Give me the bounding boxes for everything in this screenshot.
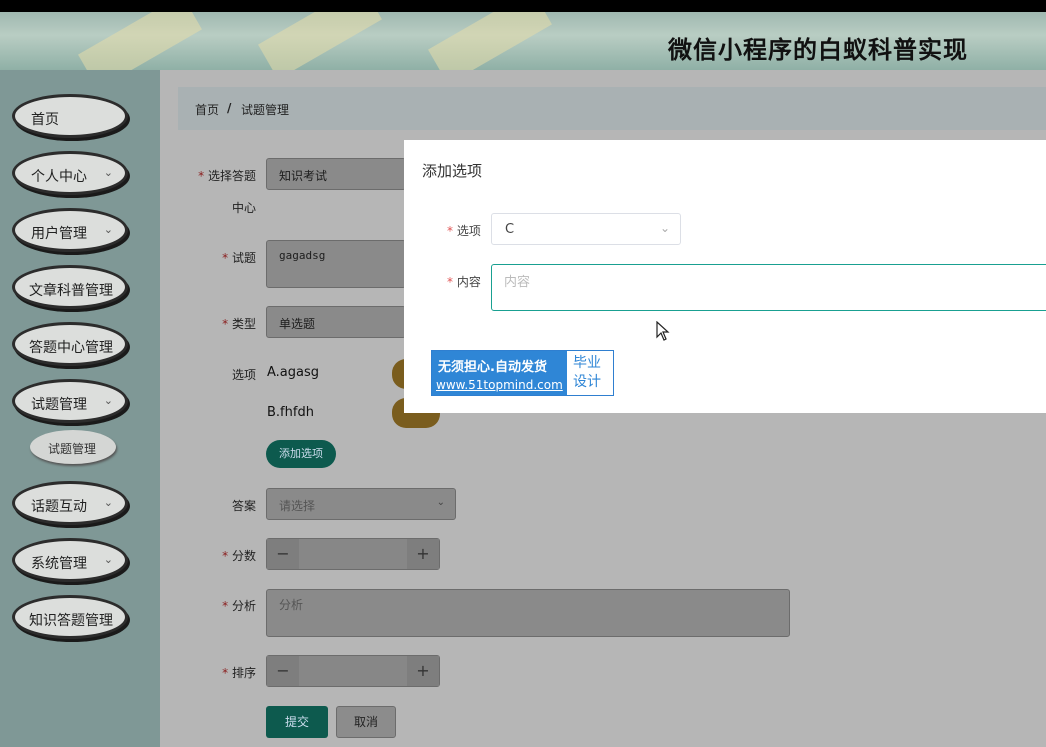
answer-label: 答案 [231, 499, 256, 513]
breadcrumb-separator: / [227, 101, 232, 115]
sidebar-item-label: 系统管理 [31, 556, 87, 572]
watermark-badge: 无须担心.自动发货 www.51topmind.com 毕业 设计 [431, 350, 614, 396]
header-decoration [258, 12, 382, 70]
required-mark: * [222, 317, 229, 331]
required-mark: * [222, 549, 229, 563]
analysis-textarea[interactable]: 分析 [266, 589, 790, 637]
watermark-right-line2: 设计 [573, 374, 601, 390]
header-decoration [78, 12, 202, 70]
sidebar-item-system[interactable]: 系统管理 ⌄ [12, 538, 128, 582]
dialog-title: 添加选项 [422, 162, 483, 180]
order-stepper[interactable]: − + [266, 655, 440, 687]
sidebar-item-label: 个人中心 [31, 169, 87, 185]
center-select-value: 知识考试 [279, 169, 328, 183]
question-label: * 试题 [196, 249, 256, 266]
center-label-2: 中心 [231, 201, 256, 215]
sidebar-item-label: 试题管理 [31, 397, 87, 413]
sidebar-item-label: 用户管理 [31, 226, 87, 242]
sidebar-subitem-label: 试题管理 [48, 442, 97, 456]
watermark-right-line1: 毕业 [573, 355, 601, 371]
sidebar-item-label: 首页 [31, 112, 59, 128]
score-label-text: 分数 [231, 549, 256, 563]
required-mark: * [447, 224, 453, 238]
sidebar-item-home[interactable]: 首页 [12, 94, 128, 138]
order-label: * 排序 [196, 664, 256, 681]
options-label: 选项 [231, 368, 256, 382]
order-minus-button[interactable]: − [267, 656, 299, 686]
dialog-option-label: * 选项 [447, 222, 481, 239]
question-label-text: 试题 [231, 251, 256, 265]
sidebar-item-answer-center[interactable]: 答题中心管理 [12, 322, 128, 366]
chevron-down-icon: ⌄ [103, 553, 113, 566]
chevron-down-icon: ⌄ [436, 497, 445, 508]
question-value: gagadsg [279, 249, 326, 262]
chevron-down-icon: ⌄ [103, 394, 113, 407]
score-stepper[interactable]: − + [266, 538, 440, 570]
type-select-value: 单选题 [279, 317, 316, 331]
breadcrumb-current: 试题管理 [241, 103, 290, 117]
option-item: B.fhfdh [267, 405, 314, 420]
cancel-button[interactable]: 取消 [336, 706, 396, 738]
dialog-option-value: C [505, 222, 515, 237]
chevron-down-icon: ⌄ [103, 166, 113, 179]
question-textarea[interactable]: gagadsg [266, 240, 406, 288]
required-mark: * [222, 599, 229, 613]
watermark-right: 毕业 设计 [573, 354, 601, 392]
score-minus-button[interactable]: − [267, 539, 299, 569]
dialog-content-label-text: 内容 [456, 275, 481, 289]
sidebar-item-label: 话题互动 [31, 499, 87, 515]
dialog-content-placeholder: 内容 [504, 275, 531, 290]
score-plus-button[interactable]: + [407, 539, 439, 569]
order-plus-button[interactable]: + [407, 656, 439, 686]
top-black-bar [0, 0, 1046, 12]
mouse-cursor-icon [656, 320, 670, 346]
option-item: A.agasg [267, 365, 320, 380]
analysis-label: * 分析 [196, 597, 256, 614]
center-select[interactable]: 知识考试 [266, 158, 406, 190]
type-label: * 类型 [196, 315, 256, 332]
header-decoration [428, 12, 552, 70]
analysis-placeholder: 分析 [279, 598, 304, 612]
analysis-label-text: 分析 [231, 599, 256, 613]
app-title: 微信小程序的白蚁科普实现 [668, 36, 968, 64]
sidebar-item-personal-center[interactable]: 个人中心 ⌄ [12, 151, 128, 195]
required-mark: * [222, 251, 229, 265]
sidebar-subitem-question-management[interactable]: 试题管理 [30, 430, 116, 464]
sidebar-item-user-management[interactable]: 用户管理 ⌄ [12, 208, 128, 252]
sidebar-item-label: 答题中心管理 [29, 340, 113, 356]
watermark-line2: www.51topmind.com [436, 378, 563, 392]
chevron-down-icon: ⌄ [659, 221, 670, 235]
add-option-button[interactable]: 添加选项 [266, 440, 336, 468]
sidebar-item-topic[interactable]: 话题互动 ⌄ [12, 481, 128, 525]
dialog-option-select[interactable]: C ⌄ [491, 213, 681, 245]
sidebar-item-question-management[interactable]: 试题管理 ⌄ [12, 379, 128, 423]
breadcrumb: 首页 / 试题管理 [178, 87, 1046, 130]
required-mark: * [222, 666, 229, 680]
center-label: * 选择答题 [196, 167, 256, 184]
answer-placeholder: 请选择 [279, 499, 316, 513]
chevron-down-icon: ⌄ [103, 223, 113, 236]
submit-button[interactable]: 提交 [266, 706, 328, 738]
answer-select[interactable]: 请选择 ⌄ [266, 488, 456, 520]
dialog-option-label-text: 选项 [456, 224, 481, 238]
breadcrumb-home[interactable]: 首页 [195, 101, 219, 118]
required-mark: * [447, 275, 453, 289]
sidebar-item-article-management[interactable]: 文章科普管理 [12, 265, 128, 309]
type-label-text: 类型 [231, 317, 256, 331]
center-label-text: 选择答题 [207, 169, 256, 183]
dialog-content-textarea[interactable]: 内容 [491, 264, 1046, 311]
order-label-text: 排序 [231, 666, 256, 680]
chevron-down-icon: ⌄ [103, 496, 113, 509]
score-label: * 分数 [196, 547, 256, 564]
sidebar-item-label: 文章科普管理 [29, 283, 113, 299]
watermark-line1: 无须担心.自动发货 [438, 360, 547, 375]
required-mark: * [198, 169, 205, 183]
app-header: 微信小程序的白蚁科普实现 [0, 12, 1046, 70]
sidebar-item-label: 知识答题管理 [29, 613, 113, 629]
sidebar-item-knowledge-quiz[interactable]: 知识答题管理 [12, 595, 128, 639]
dialog-content-label: * 内容 [447, 273, 481, 290]
type-select[interactable]: 单选题 [266, 306, 406, 338]
watermark-left: 无须担心.自动发货 www.51topmind.com [432, 351, 567, 395]
